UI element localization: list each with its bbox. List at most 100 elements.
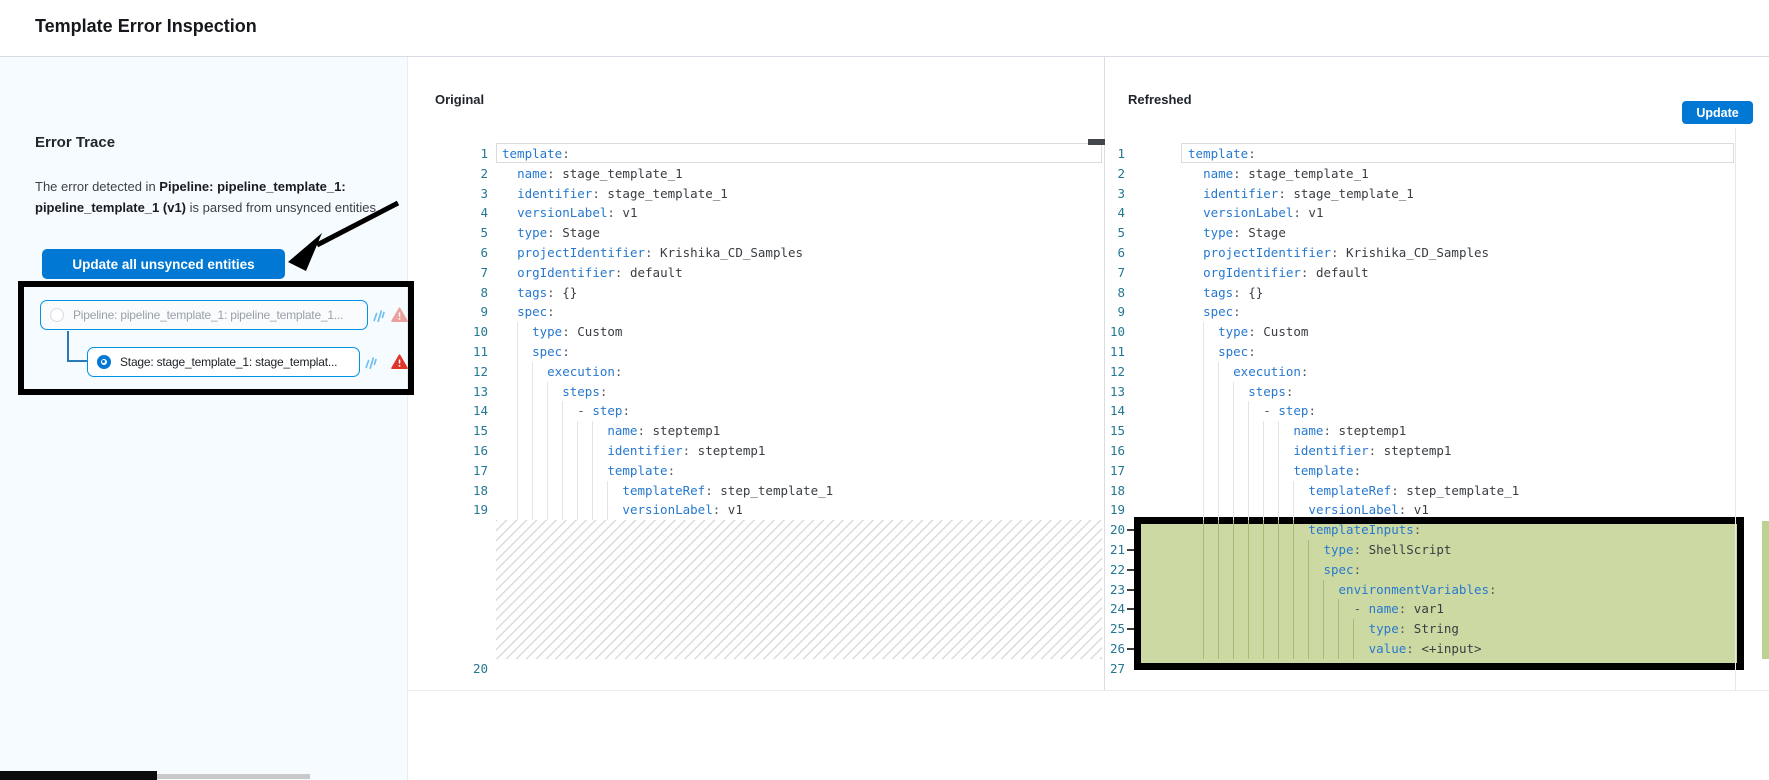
code-text: templateInputs: bbox=[1188, 520, 1421, 540]
line-number: 7 bbox=[1104, 263, 1125, 283]
code-text: versionLabel: v1 bbox=[1188, 203, 1323, 223]
added-line-marker bbox=[1127, 589, 1134, 591]
code-text: versionLabel: v1 bbox=[1188, 500, 1429, 520]
line-number: 24 bbox=[1104, 599, 1125, 619]
error-trace-heading: Error Trace bbox=[35, 134, 115, 151]
line-number: 25 bbox=[1104, 619, 1125, 639]
refreshed-panel-title: Refreshed bbox=[1128, 92, 1192, 107]
line-number: 16 bbox=[1104, 441, 1125, 461]
template-library-icon bbox=[363, 355, 378, 370]
code-text: template: bbox=[1188, 461, 1361, 481]
code-line: 18 templateRef: step_template_1 bbox=[408, 481, 1102, 501]
update-all-unsynced-entities-button[interactable]: Update all unsynced entities bbox=[42, 249, 285, 279]
code-line: 3 identifier: stage_template_1 bbox=[408, 184, 1102, 204]
code-line: 27 bbox=[1104, 659, 1733, 679]
added-line-marker bbox=[1127, 648, 1134, 650]
code-text: value: <+input> bbox=[1188, 639, 1482, 659]
code-line: 21 type: ShellScript bbox=[1104, 540, 1733, 560]
bottom-gray-bar bbox=[157, 774, 310, 779]
code-text: type: Custom bbox=[502, 322, 622, 342]
code-text: tags: {} bbox=[502, 283, 577, 303]
code-line: 8 tags: {} bbox=[1104, 283, 1733, 303]
tree-node-stage[interactable]: Stage: stage_template_1: stage_templat..… bbox=[87, 347, 360, 377]
code-text: spec: bbox=[502, 342, 570, 362]
code-line: 14 - step: bbox=[1104, 401, 1733, 421]
stage-node-label: Stage: stage_template_1: stage_templat..… bbox=[120, 355, 337, 369]
code-line: 11 spec: bbox=[408, 342, 1102, 362]
code-line: 10 type: Custom bbox=[408, 322, 1102, 342]
code-text: identifier: steptemp1 bbox=[502, 441, 765, 461]
code-line: 23 environmentVariables: bbox=[1104, 580, 1733, 600]
tree-node-pipeline[interactable]: Pipeline: pipeline_template_1: pipeline_… bbox=[40, 300, 368, 330]
code-text: name: steptemp1 bbox=[502, 421, 720, 441]
code-text: environmentVariables: bbox=[1188, 580, 1497, 600]
code-line: 15 name: steptemp1 bbox=[408, 421, 1102, 441]
line-number: 12 bbox=[1104, 362, 1125, 382]
code-line: 12 execution: bbox=[1104, 362, 1733, 382]
line-number: 2 bbox=[1104, 164, 1125, 184]
code-text: versionLabel: v1 bbox=[502, 500, 743, 520]
code-text: templateRef: step_template_1 bbox=[502, 481, 833, 501]
line-number: 17 bbox=[1104, 461, 1125, 481]
line-number: 13 bbox=[1104, 382, 1125, 402]
line-number: 3 bbox=[408, 184, 488, 204]
line-number: 7 bbox=[408, 263, 488, 283]
error-description-suffix: is parsed from unsynced entities. bbox=[186, 200, 380, 215]
code-line: 3 identifier: stage_template_1 bbox=[1104, 184, 1733, 204]
line-number: 27 bbox=[1104, 659, 1125, 679]
code-text: template: bbox=[502, 461, 675, 481]
code-line: 19 versionLabel: v1 bbox=[408, 500, 1102, 520]
line-number: 18 bbox=[408, 481, 488, 501]
line-number: 16 bbox=[408, 441, 488, 461]
code-line: 18 templateRef: step_template_1 bbox=[1104, 481, 1733, 501]
line-number: 22 bbox=[1104, 560, 1125, 580]
code-text: tags: {} bbox=[1188, 283, 1263, 303]
annotation-rectangle-tree bbox=[18, 281, 414, 395]
code-line: 2 name: stage_template_1 bbox=[408, 164, 1102, 184]
code-text: projectIdentifier: Krishika_CD_Samples bbox=[1188, 243, 1489, 263]
template-error-inspection-page: Template Error Inspection Error Trace Th… bbox=[0, 0, 1769, 780]
code-text: spec: bbox=[1188, 342, 1256, 362]
code-text: name: stage_template_1 bbox=[1188, 164, 1369, 184]
stage-radio[interactable] bbox=[97, 355, 111, 369]
editors-bottom-border bbox=[408, 690, 1769, 691]
code-text: - name: var1 bbox=[1188, 599, 1444, 619]
code-line: 20 templateInputs: bbox=[1104, 520, 1733, 540]
line-number: 12 bbox=[408, 362, 488, 382]
code-line: 17 template: bbox=[1104, 461, 1733, 481]
error-description: The error detected in Pipeline: pipeline… bbox=[35, 176, 383, 218]
line-number: 15 bbox=[1104, 421, 1125, 441]
update-button[interactable]: Update bbox=[1682, 101, 1753, 124]
code-line: 4 versionLabel: v1 bbox=[408, 203, 1102, 223]
refreshed-scrollbar-border bbox=[1735, 128, 1736, 690]
code-line: 5 type: Stage bbox=[408, 223, 1102, 243]
line-number: 6 bbox=[1104, 243, 1125, 263]
line-number: 10 bbox=[408, 322, 488, 342]
line-number: 18 bbox=[1104, 481, 1125, 501]
code-text: orgIdentifier: default bbox=[502, 263, 683, 283]
line-number: 5 bbox=[1104, 223, 1125, 243]
code-line: 5 type: Stage bbox=[1104, 223, 1733, 243]
code-line: 1template: bbox=[408, 144, 1102, 164]
line-number: 11 bbox=[408, 342, 488, 362]
code-text: name: stage_template_1 bbox=[502, 164, 683, 184]
code-text: steps: bbox=[1188, 382, 1293, 402]
code-text: type: Stage bbox=[502, 223, 600, 243]
line-number: 19 bbox=[408, 500, 488, 520]
code-line: 9 spec: bbox=[408, 302, 1102, 322]
tree-connector-horizontal bbox=[67, 360, 87, 362]
code-line: 2 name: stage_template_1 bbox=[1104, 164, 1733, 184]
code-text: name: steptemp1 bbox=[1188, 421, 1406, 441]
code-line: 20 bbox=[408, 659, 1102, 679]
code-line: 7 orgIdentifier: default bbox=[408, 263, 1102, 283]
added-line-marker bbox=[1127, 608, 1134, 610]
code-text: execution: bbox=[502, 362, 622, 382]
error-description-prefix: The error detected in bbox=[35, 179, 159, 194]
code-line: 1template: bbox=[1104, 144, 1733, 164]
code-line: 9 spec: bbox=[1104, 302, 1733, 322]
stage-warning-icon bbox=[391, 354, 408, 370]
pipeline-radio[interactable] bbox=[50, 308, 64, 322]
line-number: 2 bbox=[408, 164, 488, 184]
code-text: - step: bbox=[502, 401, 630, 421]
code-text: steps: bbox=[502, 382, 607, 402]
